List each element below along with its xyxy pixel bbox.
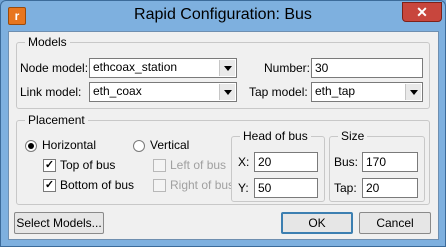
y-field[interactable]: 50 bbox=[254, 178, 318, 198]
title-bar[interactable]: r Rapid Configuration: Bus ✕ bbox=[1, 1, 445, 31]
size-legend: Size bbox=[338, 129, 368, 143]
left-of-bus-checkbox[interactable] bbox=[153, 159, 166, 172]
dialog-window: r Rapid Configuration: Bus ✕ Models Node… bbox=[0, 0, 446, 247]
x-field[interactable]: 20 bbox=[254, 152, 318, 172]
tap-model-label: Tap model: bbox=[249, 85, 308, 99]
right-of-bus-label: Right of bus bbox=[170, 178, 235, 192]
head-of-bus-group: Head of bus X: 20 Y: 50 bbox=[231, 129, 325, 202]
head-of-bus-legend: Head of bus bbox=[240, 129, 311, 143]
number-field[interactable]: 30 bbox=[311, 58, 423, 78]
ok-button[interactable]: OK bbox=[281, 212, 353, 234]
number-label: Number: bbox=[264, 61, 311, 75]
window-title: Rapid Configuration: Bus bbox=[134, 6, 312, 23]
tap-model-select[interactable]: eth_tap bbox=[311, 82, 423, 102]
x-label: X: bbox=[238, 155, 250, 169]
top-of-bus-label[interactable]: Top of bus bbox=[60, 158, 115, 172]
horizontal-label[interactable]: Horizontal bbox=[42, 138, 96, 152]
tap-label: Tap: bbox=[334, 181, 357, 195]
horizontal-radio[interactable] bbox=[25, 140, 37, 152]
cancel-button[interactable]: Cancel bbox=[359, 212, 431, 234]
node-model-select[interactable]: ethcoax_station bbox=[89, 58, 237, 78]
bottom-of-bus-checkbox[interactable]: ✓ bbox=[43, 179, 56, 192]
chevron-down-icon[interactable] bbox=[405, 84, 421, 100]
close-icon: ✕ bbox=[416, 4, 428, 20]
bus-size-field[interactable]: 170 bbox=[362, 152, 418, 172]
close-button[interactable]: ✕ bbox=[402, 2, 442, 22]
tap-size-field[interactable]: 20 bbox=[362, 178, 418, 198]
node-model-value: ethcoax_station bbox=[93, 60, 178, 74]
right-of-bus-checkbox[interactable] bbox=[153, 179, 166, 192]
models-legend: Models bbox=[25, 35, 70, 49]
chevron-down-icon[interactable] bbox=[219, 84, 235, 100]
bus-label: Bus: bbox=[334, 155, 359, 169]
models-group: Models Node model: ethcoax_station Numbe… bbox=[16, 35, 430, 109]
tap-model-value: eth_tap bbox=[315, 84, 356, 98]
select-models-button[interactable]: Select Models... bbox=[14, 212, 104, 234]
node-model-label: Node model: bbox=[20, 61, 89, 75]
vertical-radio[interactable] bbox=[133, 140, 145, 152]
placement-legend: Placement bbox=[25, 113, 88, 127]
link-model-label: Link model: bbox=[20, 85, 82, 99]
vertical-label[interactable]: Vertical bbox=[150, 138, 189, 152]
link-model-value: eth_coax bbox=[93, 84, 142, 98]
size-group: Size Bus: 170 Tap: 20 bbox=[329, 129, 425, 202]
top-of-bus-checkbox[interactable]: ✓ bbox=[43, 159, 56, 172]
left-of-bus-label: Left of bus bbox=[170, 158, 227, 172]
chevron-down-icon[interactable] bbox=[219, 60, 235, 76]
link-model-select[interactable]: eth_coax bbox=[89, 82, 237, 102]
y-label: Y: bbox=[238, 181, 249, 195]
bottom-of-bus-label[interactable]: Bottom of bus bbox=[60, 178, 134, 192]
dialog-client-area: Models Node model: ethcoax_station Numbe… bbox=[8, 31, 439, 240]
